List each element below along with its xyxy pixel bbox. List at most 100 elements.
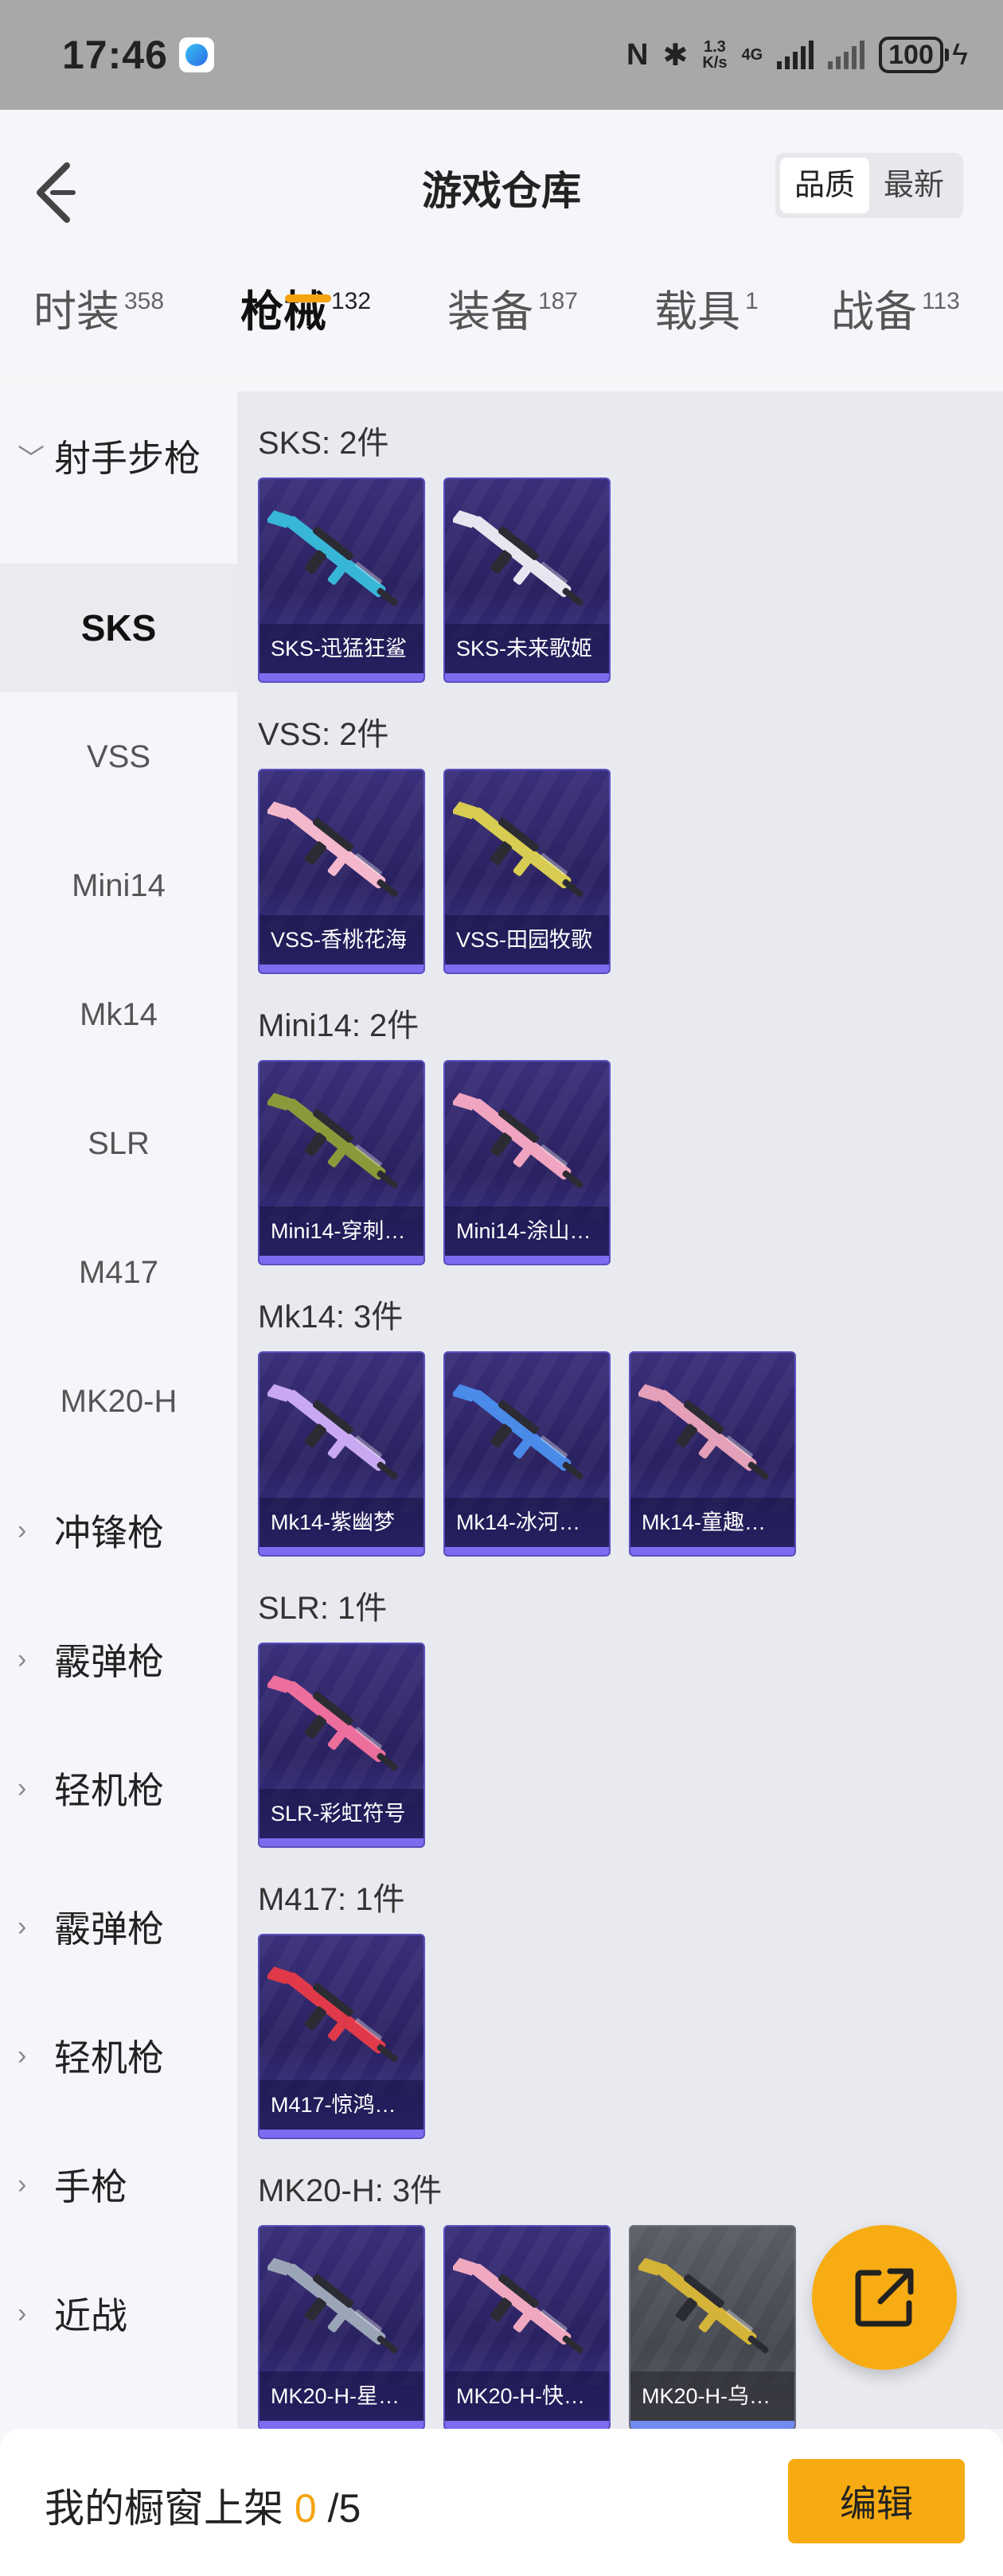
skin-card[interactable]: SKS-迅猛狂鲨 bbox=[258, 477, 425, 683]
sidebar-category-pistol[interactable]: › 手枪 bbox=[0, 2120, 237, 2249]
sidebar-category-lmg-2[interactable]: › 轻机枪 bbox=[0, 1991, 237, 2120]
gun-skin-image bbox=[267, 2258, 398, 2354]
sidebar-category-label: 射手步枪 bbox=[54, 438, 201, 479]
tab-count: 132 bbox=[331, 288, 372, 314]
tab-vehicles[interactable]: 载具 1 bbox=[654, 283, 759, 371]
skin-card-name: M417-惊鸿… bbox=[260, 2080, 423, 2130]
skin-card[interactable]: M417-惊鸿… bbox=[258, 1934, 425, 2139]
gun-skin-image bbox=[267, 1966, 398, 2063]
sidebar-category-shotgun[interactable]: › 霰弹枪 bbox=[0, 1595, 237, 1724]
skin-card[interactable]: SKS-未来歌姬 bbox=[443, 477, 611, 683]
quality-bar bbox=[445, 2421, 609, 2429]
quality-bar bbox=[445, 965, 609, 972]
skin-card-name: MK20-H-快… bbox=[445, 2371, 609, 2421]
gun-skin-image bbox=[453, 1093, 583, 1189]
group-title-slr: SLR: 1件 bbox=[258, 1591, 388, 1626]
status-bar: 17:46 N ✱ 1.3 K/s 4G 100 ϟ bbox=[0, 0, 1003, 110]
share-icon bbox=[855, 2268, 914, 2327]
skin-card[interactable]: MK20-H-快… bbox=[443, 2225, 611, 2430]
skin-card-name: SKS-迅猛狂鲨 bbox=[260, 624, 423, 673]
skin-card[interactable]: VSS-香桃花海 bbox=[258, 769, 425, 974]
sidebar-item-vss[interactable]: VSS bbox=[0, 692, 237, 821]
quality-bar bbox=[260, 673, 423, 681]
sidebar-category-marksman-rifle[interactable]: ﹀ 射手步枪 bbox=[0, 392, 237, 520]
skin-card-name: MK20-H-乌… bbox=[630, 2371, 794, 2421]
sidebar: ﹀ 射手步枪 SKS VSS Mini14 Mk14 SLR M417 MK20… bbox=[0, 392, 237, 2429]
active-tab-indicator bbox=[285, 294, 331, 302]
gun-skin-image bbox=[267, 1675, 398, 1771]
sidebar-item-mk14[interactable]: Mk14 bbox=[0, 950, 237, 1079]
quality-bar bbox=[445, 1547, 609, 1555]
gun-skin-image bbox=[453, 1384, 583, 1480]
battery-level: 100 bbox=[879, 37, 943, 73]
sidebar-item-slr[interactable]: SLR bbox=[0, 1079, 237, 1208]
sidebar-item-mk20h[interactable]: MK20-H bbox=[0, 1337, 237, 1466]
sort-toggle: 品质 最新 bbox=[775, 153, 963, 218]
edit-button[interactable]: 编辑 bbox=[788, 2459, 965, 2543]
sidebar-category-melee[interactable]: › 近战 bbox=[0, 2249, 237, 2378]
quality-bar bbox=[260, 2130, 423, 2138]
chevron-right-icon: › bbox=[18, 2169, 27, 2200]
sidebar-category-shotgun-2[interactable]: › 霰弹枪 bbox=[0, 1862, 237, 1991]
quality-bar bbox=[260, 1838, 423, 1846]
charging-icon: ϟ bbox=[951, 37, 968, 72]
sidebar-category-label: 霰弹枪 bbox=[54, 1641, 164, 1682]
skin-card[interactable]: SLR-彩虹符号 bbox=[258, 1643, 425, 1848]
gun-skin-image bbox=[638, 1384, 769, 1480]
sidebar-category-label: 霰弹枪 bbox=[54, 1908, 164, 1950]
skin-card[interactable]: VSS-田园牧歌 bbox=[443, 769, 611, 974]
group-title-m417: M417: 1件 bbox=[258, 1882, 405, 1917]
showcase-current-count: 0 bbox=[294, 2486, 317, 2531]
skin-card[interactable]: MK20-H-乌… bbox=[629, 2225, 796, 2430]
tab-battle-gear[interactable]: 战备 113 bbox=[831, 283, 960, 371]
sidebar-category-label: 手枪 bbox=[54, 2166, 127, 2208]
skin-card[interactable]: Mk14-紫幽梦 bbox=[258, 1351, 425, 1557]
share-button[interactable] bbox=[812, 2225, 957, 2370]
sidebar-item-sks[interactable]: SKS bbox=[0, 563, 237, 692]
sidebar-category-smg[interactable]: › 冲锋枪 bbox=[0, 1466, 237, 1595]
gun-skin-image bbox=[638, 2258, 769, 2354]
group-title-mk20h: MK20-H: 3件 bbox=[258, 2173, 443, 2208]
skin-card[interactable]: Mk14-冰河… bbox=[443, 1351, 611, 1557]
skin-card-name: Mini14-涂山… bbox=[445, 1206, 609, 1256]
skin-card[interactable]: Mini14-涂山… bbox=[443, 1060, 611, 1265]
inventory-content: SKS: 2件 VSS: 2件 Mini14: 2件 Mk14: 3件 SLR:… bbox=[237, 392, 1003, 2430]
showcase-label: 我的橱窗上架 0 /5 bbox=[45, 2477, 361, 2534]
gun-skin-image bbox=[453, 801, 583, 898]
gun-skin-image bbox=[267, 801, 398, 898]
tab-label: 载具 bbox=[654, 288, 740, 336]
skin-card[interactable]: Mini14-穿刺… bbox=[258, 1060, 425, 1265]
showcase-total-count: /5 bbox=[327, 2486, 361, 2531]
tab-equipment[interactable]: 装备 187 bbox=[447, 283, 578, 371]
quality-bar bbox=[445, 673, 609, 681]
tab-fashion[interactable]: 时装 358 bbox=[33, 283, 164, 371]
quality-bar bbox=[445, 1256, 609, 1264]
sidebar-category-label: 轻机枪 bbox=[54, 1770, 164, 1811]
sidebar-category-label: 近战 bbox=[54, 2295, 127, 2336]
chevron-right-icon: › bbox=[18, 1643, 27, 1674]
sidebar-item-m417[interactable]: M417 bbox=[0, 1208, 237, 1337]
signal-strength-icon bbox=[777, 41, 814, 69]
skin-card[interactable]: MK20-H-星… bbox=[258, 2225, 425, 2430]
sort-option-newest[interactable]: 最新 bbox=[869, 158, 958, 213]
skin-card[interactable]: Mk14-童趣… bbox=[629, 1351, 796, 1557]
network-speed: 1.3 K/s bbox=[702, 39, 727, 71]
network-speed-unit: K/s bbox=[702, 54, 728, 72]
status-time: 17:46 bbox=[62, 33, 168, 77]
quality-bar bbox=[630, 2421, 794, 2429]
skin-card-name: VSS-香桃花海 bbox=[260, 915, 423, 965]
bluetooth-icon: ✱ bbox=[662, 38, 689, 72]
gun-skin-image bbox=[267, 1384, 398, 1480]
app-notification-icon bbox=[178, 37, 214, 72]
group-title-mini14: Mini14: 2件 bbox=[258, 1008, 420, 1043]
chevron-right-icon: › bbox=[18, 1514, 27, 1545]
quality-bar bbox=[260, 1256, 423, 1264]
sort-option-quality[interactable]: 品质 bbox=[779, 158, 869, 213]
tab-label: 枪械 bbox=[240, 288, 326, 336]
sidebar-category-lmg[interactable]: › 轻机枪 bbox=[0, 1724, 237, 1853]
header: 游戏仓库 品质 最新 时装 358 枪械 132 装备 187 载具 1 战备 … bbox=[0, 110, 1003, 372]
network-type-label: 4G bbox=[741, 46, 763, 64]
sidebar-item-mini14[interactable]: Mini14 bbox=[0, 821, 237, 950]
skin-card-name: Mini14-穿刺… bbox=[260, 1206, 423, 1256]
quality-bar bbox=[260, 1547, 423, 1555]
